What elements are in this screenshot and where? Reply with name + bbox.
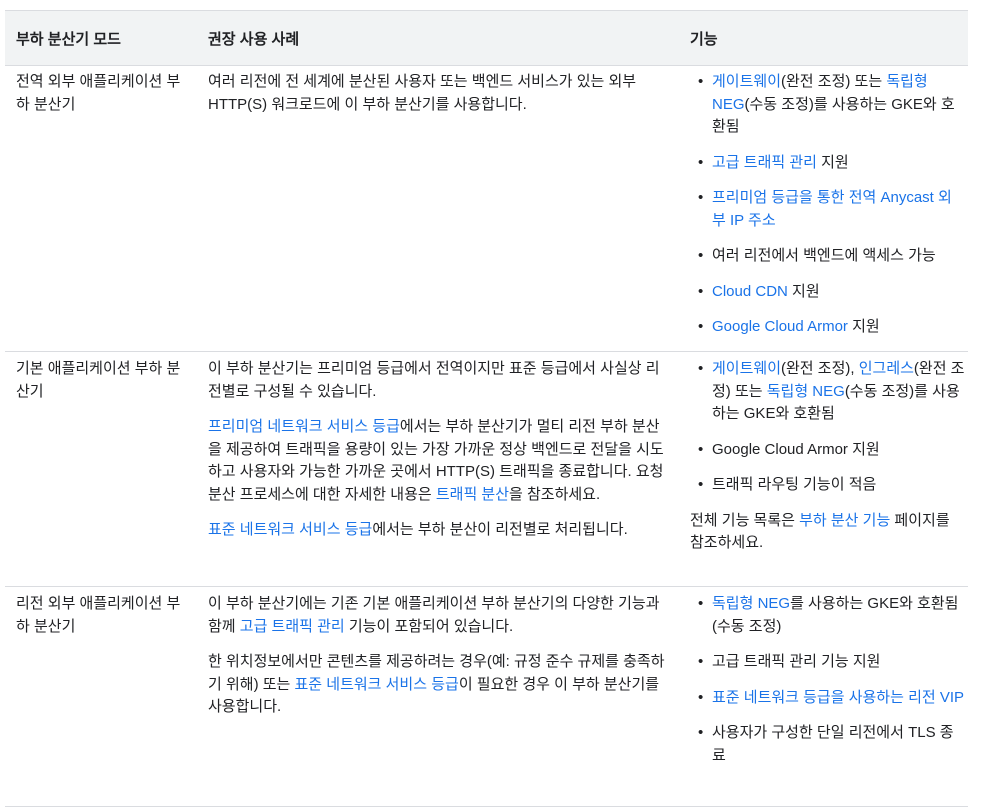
table-row: 기본 애플리케이션 부하 분산기 이 부하 분산기는 프리미엄 등급에서 전역이… [5, 351, 968, 587]
list-item: 고급 트래픽 관리 기능 지원 [690, 651, 965, 674]
gateway-link[interactable]: 게이트웨이 [712, 360, 781, 377]
list-item: 게이트웨이(완전 조정), 인그레스(완전 조정) 또는 독립형 NEG(수동 … [690, 358, 965, 426]
usecase-text: 이 부하 분산기에는 기존 기본 애플리케이션 부하 분산기의 다양한 기능과 … [208, 595, 660, 635]
header-features: 기능 [690, 31, 718, 48]
cloud-cdn-link[interactable]: Cloud CDN [712, 283, 788, 300]
list-item: Google Cloud Armor 지원 [690, 439, 965, 462]
usecase-text: 한 위치정보에서만 콘텐츠를 제공하려는 경우(예: 규정 준수 규제를 충족하… [208, 653, 665, 715]
advanced-traffic-management-link[interactable]: 고급 트래픽 관리 [240, 618, 345, 635]
features-cell: 독립형 NEG를 사용하는 GKE와 호환됨(수동 조정) 고급 트래픽 관리 … [690, 593, 965, 767]
standard-tier-link[interactable]: 표준 네트워크 서비스 등급 [295, 676, 459, 693]
list-item: 독립형 NEG를 사용하는 GKE와 호환됨(수동 조정) [690, 593, 965, 638]
usecase-cell: 이 부하 분산기는 프리미엄 등급에서 전역이지만 표준 등급에서 사실상 리전… [208, 358, 673, 542]
load-balancing-features-link[interactable]: 부하 분산 기능 [799, 512, 890, 529]
list-item: Cloud CDN 지원 [690, 281, 965, 304]
mode-cell: 기본 애플리케이션 부하 분산기 [16, 360, 181, 400]
mode-cell: 리전 외부 애플리케이션 부하 분산기 [16, 595, 181, 635]
list-item: 트래픽 라우팅 기능이 적음 [690, 474, 965, 497]
usecase-text: 표준 네트워크 서비스 등급에서는 부하 분산이 리전별로 처리됩니다. [208, 521, 628, 538]
features-list: 게이트웨이(완전 조정), 인그레스(완전 조정) 또는 독립형 NEG(수동 … [690, 358, 965, 497]
header-mode: 부하 분산기 모드 [16, 31, 121, 48]
list-item: 표준 네트워크 등급을 사용하는 리전 VIP [690, 687, 965, 710]
traffic-distribution-link[interactable]: 트래픽 분산 [436, 486, 509, 503]
premium-tier-link[interactable]: 프리미엄 네트워크 서비스 등급 [208, 418, 400, 435]
features-list: 게이트웨이(완전 조정) 또는 독립형 NEG(수동 조정)를 사용하는 GKE… [690, 71, 965, 339]
regional-vip-link[interactable]: 표준 네트워크 등급을 사용하는 리전 VIP [712, 689, 964, 706]
features-list: 독립형 NEG를 사용하는 GKE와 호환됨(수동 조정) 고급 트래픽 관리 … [690, 593, 965, 767]
features-note: 전체 기능 목록은 부하 분산 기능 페이지를 참조하세요. [690, 511, 950, 552]
standalone-neg-link[interactable]: 독립형 NEG [767, 383, 845, 400]
list-item: 프리미엄 등급을 통한 전역 Anycast 외부 IP 주소 [690, 187, 965, 232]
ingress-link[interactable]: 인그레스 [859, 360, 914, 377]
features-cell: 게이트웨이(완전 조정), 인그레스(완전 조정) 또는 독립형 NEG(수동 … [690, 358, 965, 555]
usecase-text: 프리미엄 네트워크 서비스 등급에서는 부하 분산기가 멀티 리전 부하 분산을… [208, 418, 664, 503]
usecase-cell: 여러 리전에 전 세계에 분산된 사용자 또는 백엔드 서비스가 있는 외부 H… [208, 71, 673, 116]
premium-anycast-ip-link[interactable]: 프리미엄 등급을 통한 전역 Anycast 외부 IP 주소 [712, 189, 952, 229]
advanced-traffic-management-link[interactable]: 고급 트래픽 관리 [712, 154, 817, 171]
usecase-text: 여러 리전에 전 세계에 분산된 사용자 또는 백엔드 서비스가 있는 외부 H… [208, 73, 637, 113]
list-item: 고급 트래픽 관리 지원 [690, 152, 965, 175]
table-row: 전역 외부 애플리케이션 부하 분산기 여러 리전에 전 세계에 분산된 사용자… [5, 64, 968, 352]
list-item: 사용자가 구성한 단일 리전에서 TLS 종료 [690, 722, 965, 767]
standalone-neg-link[interactable]: 독립형 NEG [712, 595, 790, 612]
list-item: 여러 리전에서 백엔드에 액세스 가능 [690, 245, 965, 268]
cloud-armor-link[interactable]: Google Cloud Armor [712, 318, 848, 335]
features-cell: 게이트웨이(완전 조정) 또는 독립형 NEG(수동 조정)를 사용하는 GKE… [690, 71, 965, 339]
list-item: 게이트웨이(완전 조정) 또는 독립형 NEG(수동 조정)를 사용하는 GKE… [690, 71, 965, 139]
header-usecase: 권장 사용 사례 [208, 31, 300, 48]
standard-tier-link[interactable]: 표준 네트워크 서비스 등급 [208, 521, 372, 538]
table-row: 리전 외부 애플리케이션 부하 분산기 이 부하 분산기에는 기존 기본 애플리… [5, 586, 968, 807]
usecase-text: 이 부하 분산기는 프리미엄 등급에서 전역이지만 표준 등급에서 사실상 리전… [208, 360, 660, 400]
gateway-link[interactable]: 게이트웨이 [712, 73, 781, 90]
list-item: Google Cloud Armor 지원 [690, 316, 965, 339]
mode-cell: 전역 외부 애플리케이션 부하 분산기 [16, 73, 181, 113]
table-header: 부하 분산기 모드 권장 사용 사례 기능 [5, 10, 968, 66]
usecase-cell: 이 부하 분산기에는 기존 기본 애플리케이션 부하 분산기의 다양한 기능과 … [208, 593, 673, 719]
